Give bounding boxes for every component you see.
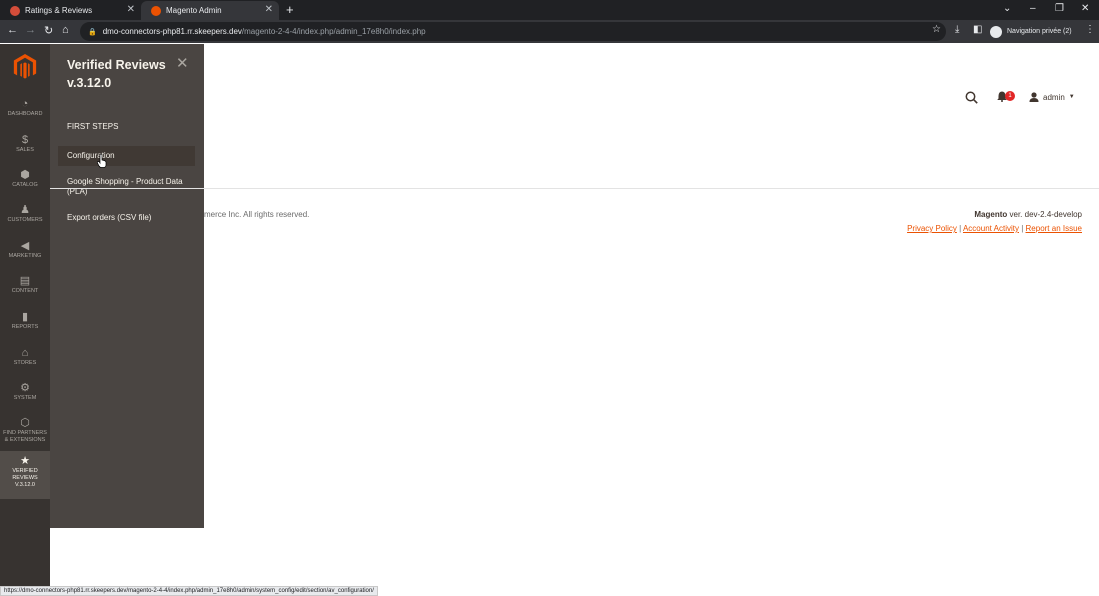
- sidebar-item-system[interactable]: ⚙ SYSTEM: [0, 378, 50, 414]
- sidebar-item-verified-reviews[interactable]: ★ VERIFIED REVIEWS V.3.12.0: [0, 451, 50, 499]
- sidebar-item-sales[interactable]: $ SALES: [0, 130, 50, 166]
- chevron-down-icon[interactable]: ⌄: [1003, 3, 1011, 14]
- layout-icon: ▤: [19, 275, 31, 287]
- back-icon[interactable]: ←: [7, 24, 18, 36]
- status-bar-url: https://dmo-connectors-php81.rr.skeepers…: [0, 586, 378, 596]
- report-issue-link[interactable]: Report an Issue: [1026, 224, 1082, 233]
- reload-icon[interactable]: ↻: [44, 24, 53, 37]
- bar-chart-icon: ▮: [21, 311, 29, 323]
- address-bar[interactable]: 🔒 dmo-connectors-php81.rr.skeepers.dev/m…: [80, 22, 946, 41]
- url-path: /magento-2-4-4/index.php/admin_17e8h0/in…: [241, 27, 426, 36]
- sidebar-item-catalog[interactable]: ⬢ CATALOG: [0, 165, 50, 201]
- tab-magento-admin[interactable]: Magento Admin ✕: [141, 1, 279, 20]
- verified-reviews-submenu: Verified Reviews v.3.12.0 ✕ FIRST STEPS …: [50, 44, 204, 528]
- home-icon[interactable]: ⌂: [62, 24, 69, 36]
- person-icon: ♟: [20, 204, 30, 216]
- tab-label: Magento Admin: [166, 6, 222, 15]
- magento-favicon-icon: [151, 5, 161, 16]
- browser-tab-bar: Ratings & Reviews ✕ Magento Admin ✕ + ⌄ …: [0, 0, 1099, 20]
- user-icon: [1029, 92, 1039, 102]
- search-icon[interactable]: [965, 91, 978, 107]
- sidebar-item-stores[interactable]: ⌂ STORES: [0, 343, 50, 379]
- new-tab-icon[interactable]: +: [286, 2, 294, 17]
- magento-logo-icon[interactable]: [13, 54, 37, 80]
- sidebar-item-label: CATALOG: [12, 182, 38, 188]
- megaphone-icon: ◀: [20, 240, 30, 252]
- caret-down-icon: ▼: [1068, 94, 1075, 100]
- submenu-version: v.3.12.0: [67, 76, 112, 90]
- user-name: admin: [1043, 92, 1065, 102]
- kebab-menu-icon[interactable]: ⋮: [1085, 24, 1095, 35]
- sidebar-item-label: VERIFIED: [12, 468, 38, 474]
- sidebar-item-label: CONTENT: [11, 288, 39, 294]
- cube-icon: ⬡: [20, 417, 30, 429]
- download-icon[interactable]: ⤓: [955, 24, 959, 35]
- star-icon: ★: [20, 455, 30, 467]
- forward-icon[interactable]: →: [25, 24, 36, 36]
- user-menu[interactable]: admin ▼: [1029, 92, 1075, 102]
- hand-cursor-icon: [97, 154, 107, 168]
- notification-count-badge[interactable]: 1: [1005, 91, 1015, 101]
- incognito-icon: [990, 25, 1002, 38]
- profile-label: Navigation privée (2): [1007, 28, 1072, 35]
- sidebar-item-label: & EXTENSIONS: [4, 437, 46, 443]
- close-icon[interactable]: ✕: [176, 54, 189, 72]
- url-host: dmo-connectors-php81.rr.skeepers.dev: [102, 27, 242, 36]
- dollar-icon: $: [21, 134, 29, 146]
- browser-toolbar: ← → ↻ ⌂ 🔒 dmo-connectors-php81.rr.skeepe…: [0, 20, 1099, 43]
- sidebar-item-dashboard[interactable]: ◔ DASHBOARD: [0, 94, 50, 130]
- copyright-text: merce Inc. All rights reserved.: [204, 210, 310, 219]
- tab-ratings-reviews[interactable]: Ratings & Reviews ✕: [0, 1, 141, 20]
- sidebar-item-label: SYSTEM: [13, 395, 37, 401]
- sidebar-item-label: FIND PARTNERS: [3, 430, 47, 436]
- footer-links: Privacy Policy | Account Activity | Repo…: [907, 224, 1082, 233]
- footer-version: ver. dev-2.4-develop: [1007, 210, 1083, 219]
- admin-sidebar: ◔ DASHBOARD $ SALES ⬢ CATALOG ♟ CUSTOMER…: [0, 44, 50, 596]
- close-icon[interactable]: ✕: [127, 4, 135, 15]
- side-panel-icon[interactable]: ◧: [973, 24, 982, 35]
- window-close-icon[interactable]: ✕: [1081, 3, 1089, 14]
- footer-brand: Magento: [974, 210, 1008, 219]
- account-activity-link[interactable]: Account Activity: [963, 224, 1019, 233]
- box-icon: ⬢: [20, 169, 30, 181]
- sidebar-item-marketing[interactable]: ◀ MARKETING: [0, 236, 50, 272]
- sidebar-item-label: DASHBOARD: [7, 111, 43, 117]
- sidebar-item-reports[interactable]: ▮ REPORTS: [0, 307, 50, 343]
- sidebar-item-label: V.3.12.0: [15, 482, 35, 488]
- sidebar-item-find-partners[interactable]: ⬡ FIND PARTNERS & EXTENSIONS: [0, 413, 50, 455]
- sidebar-item-label: REVIEWS: [12, 475, 38, 481]
- sidebar-item-label: SALES: [16, 147, 34, 153]
- sidebar-item-label: STORES: [13, 360, 37, 366]
- submenu-title-line: Verified Reviews: [67, 58, 166, 72]
- close-icon[interactable]: ✕: [265, 4, 273, 15]
- bookmark-star-icon[interactable]: ☆: [932, 24, 941, 35]
- submenu-link-export-orders[interactable]: Export orders (CSV file): [58, 208, 195, 228]
- sidebar-item-label: MARKETING: [8, 253, 42, 259]
- tab-favicon-icon: [10, 5, 20, 16]
- store-icon: ⌂: [21, 347, 29, 359]
- sidebar-item-label: CUSTOMERS: [7, 217, 43, 223]
- header-divider: [50, 188, 1099, 189]
- version-info: Magento ver. dev-2.4-develop: [974, 210, 1082, 219]
- submenu-section-heading: FIRST STEPS: [67, 122, 119, 131]
- tab-label: Ratings & Reviews: [25, 6, 93, 15]
- profile-button[interactable]: Navigation privée (2): [990, 23, 1072, 40]
- sidebar-item-content[interactable]: ▤ CONTENT: [0, 271, 50, 307]
- submenu-link-google-shopping[interactable]: Google Shopping - Product Data (PLA): [58, 172, 195, 202]
- sidebar-item-label: REPORTS: [11, 324, 39, 330]
- restore-icon[interactable]: ❐: [1055, 3, 1064, 14]
- minimize-icon[interactable]: –: [1030, 3, 1036, 14]
- lock-icon: 🔒: [88, 28, 97, 36]
- submenu-link-configuration[interactable]: Configuration: [58, 146, 195, 166]
- privacy-policy-link[interactable]: Privacy Policy: [907, 224, 957, 233]
- submenu-title: Verified Reviews v.3.12.0: [67, 56, 166, 92]
- dashboard-icon: ◔: [21, 98, 29, 110]
- gear-icon: ⚙: [20, 382, 30, 394]
- sidebar-item-customers[interactable]: ♟ CUSTOMERS: [0, 200, 50, 236]
